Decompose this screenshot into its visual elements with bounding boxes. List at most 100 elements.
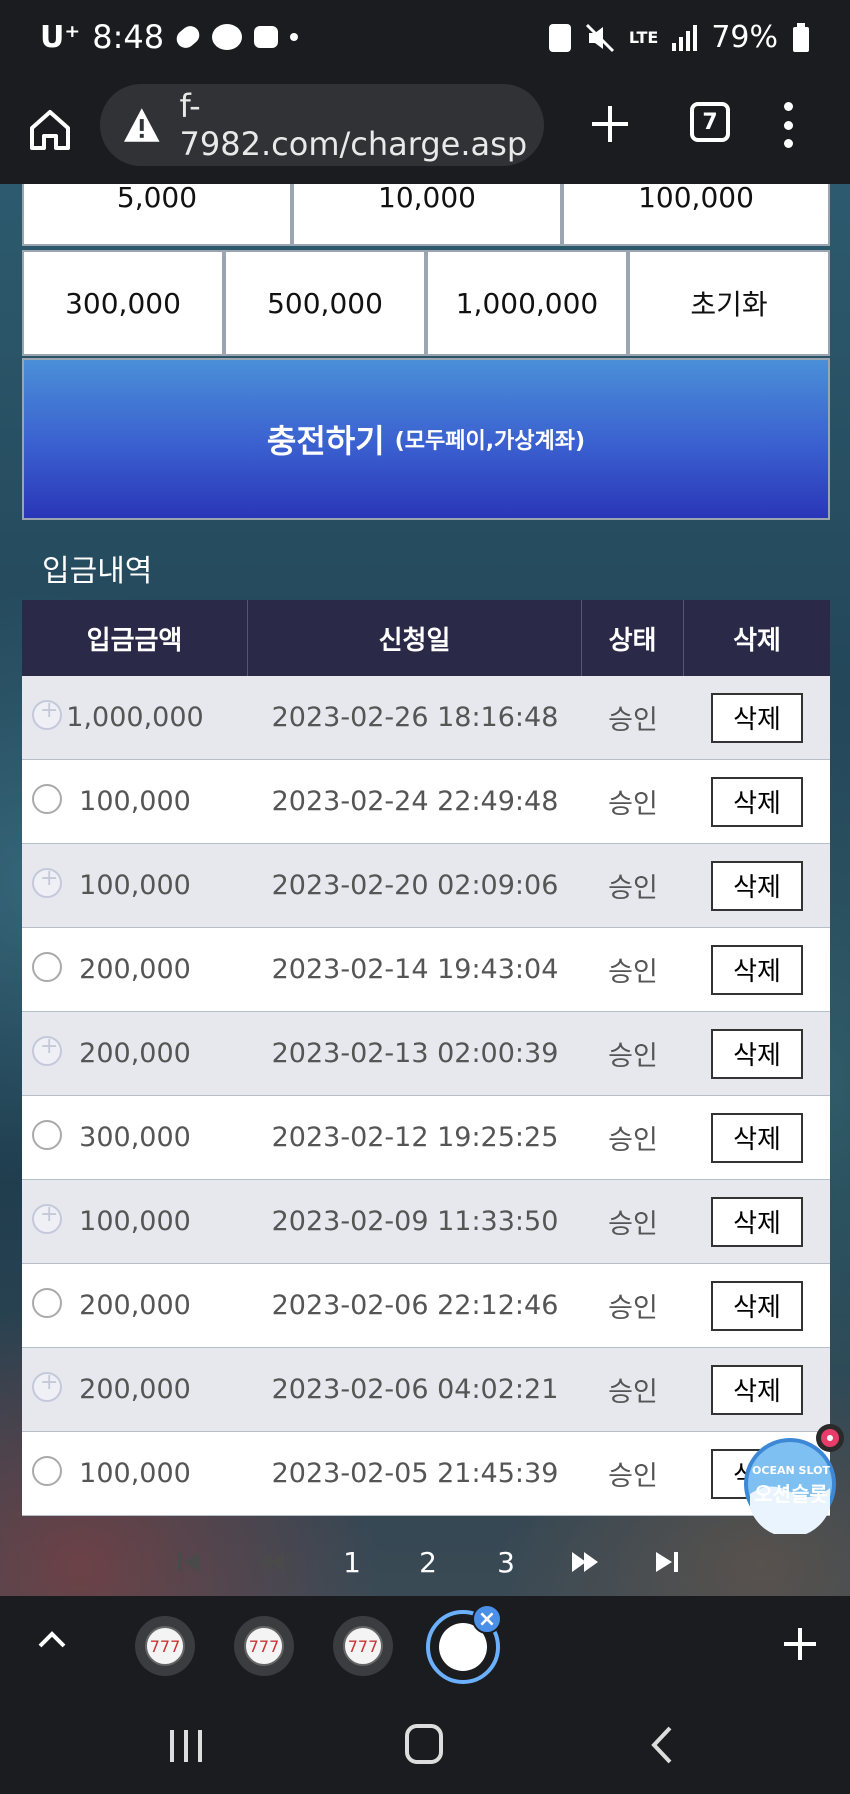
delete-cell: 삭제: [684, 1348, 830, 1431]
reset-button[interactable]: 초기화: [628, 250, 830, 356]
delete-cell: 삭제: [684, 676, 830, 759]
row-select-radio[interactable]: [32, 1370, 62, 1402]
page-1[interactable]: 1: [340, 1532, 364, 1592]
date-cell: 2023-02-24 22:49:48: [271, 786, 559, 817]
delete-cell: 삭제: [684, 844, 830, 927]
url-text[interactable]: f-7982.com/charge.asp: [180, 87, 544, 163]
amount-label: 100,000: [638, 184, 754, 214]
page-3[interactable]: 3: [494, 1532, 518, 1592]
amount-button-500000[interactable]: 500,000: [224, 250, 426, 356]
tab-bar: 777 777 777 ×: [0, 1596, 850, 1698]
status-cell: 승인: [608, 873, 658, 904]
network-type: LTE: [628, 27, 659, 47]
add-tab-icon[interactable]: [780, 1624, 820, 1664]
reset-label: 초기화: [690, 288, 768, 321]
close-tab-icon[interactable]: ×: [472, 1604, 502, 1634]
delete-cell: 삭제: [684, 1012, 830, 1095]
tab-thumbnail-1[interactable]: 777: [135, 1616, 195, 1676]
amount-button-300000[interactable]: 300,000: [22, 250, 224, 356]
home-icon[interactable]: [26, 106, 74, 154]
table-row: 100,000 2023-02-20 02:09:06 승인 삭제: [22, 844, 830, 928]
status-right: LTE 79%: [548, 20, 810, 55]
amount-label: 500,000: [267, 286, 383, 320]
amount-cell: 200,000: [22, 1012, 248, 1095]
row-select-radio[interactable]: [32, 1202, 62, 1234]
row-select-radio[interactable]: [32, 1456, 62, 1486]
delete-button[interactable]: 삭제: [711, 776, 803, 827]
amount-cell: 200,000: [22, 928, 248, 1011]
row-select-radio[interactable]: [32, 866, 62, 898]
amount-button-1000000[interactable]: 1,000,000: [426, 250, 628, 356]
status-cell: 승인: [608, 1209, 658, 1240]
delete-button[interactable]: 삭제: [711, 860, 803, 911]
amount-button-100000[interactable]: 100,000: [562, 184, 830, 246]
table-row: 100,0002023-02-05 21:45:39승인삭제: [22, 1432, 830, 1516]
browser-toolbar: f-7982.com/charge.asp 7: [0, 80, 850, 184]
more-menu-icon[interactable]: [782, 102, 794, 148]
table-row: 200,000 2023-02-14 19:43:04 승인 삭제: [22, 928, 830, 1012]
header-amount: 입금금액: [22, 600, 248, 676]
chevron-up-icon[interactable]: [36, 1624, 68, 1656]
mute-icon: [585, 23, 614, 52]
status-cell: 승인: [608, 1293, 658, 1324]
ocean-slot-badge[interactable]: OCEAN SLOT 오션슬롯: [744, 1424, 848, 1538]
row-select-radio[interactable]: [32, 784, 62, 814]
last-page-icon[interactable]: [652, 1532, 682, 1592]
warning-icon[interactable]: [122, 106, 162, 144]
tab-switcher-button[interactable]: 7: [690, 102, 730, 142]
new-tab-icon[interactable]: [588, 102, 632, 146]
delete-button[interactable]: 삭제: [711, 944, 803, 995]
delete-button[interactable]: 삭제: [711, 1028, 803, 1079]
recent-apps-icon[interactable]: [168, 1726, 204, 1766]
back-icon[interactable]: [648, 1724, 676, 1766]
amount-value: 200,000: [79, 1038, 191, 1069]
header-delete: 삭제: [733, 625, 781, 656]
row-select-radio[interactable]: [32, 952, 62, 982]
amount-value: 200,000: [79, 1290, 191, 1321]
page-2[interactable]: 2: [416, 1532, 440, 1592]
delete-cell: 삭제: [684, 928, 830, 1011]
date-cell: 2023-02-13 02:00:39: [271, 1038, 559, 1069]
amount-cell: 100,000: [22, 1180, 248, 1263]
amount-button-5000[interactable]: 5,000: [22, 184, 292, 246]
date-cell: 2023-02-20 02:09:06: [271, 870, 559, 901]
delete-button[interactable]: 삭제: [711, 692, 803, 743]
gallery-icon: [254, 26, 279, 48]
home-nav-icon[interactable]: [404, 1722, 444, 1766]
table-row: 200,000 2023-02-13 02:00:39 승인 삭제: [22, 1012, 830, 1096]
first-page-icon[interactable]: [174, 1532, 204, 1592]
prev-page-icon[interactable]: [256, 1532, 286, 1592]
ocean-slot-en: OCEAN SLOT: [752, 1464, 830, 1477]
amount-value: 200,000: [79, 1374, 191, 1405]
next-page-icon[interactable]: [570, 1532, 600, 1592]
date-cell: 2023-02-09 11:33:50: [271, 1206, 559, 1237]
row-select-radio[interactable]: [32, 698, 62, 730]
row-select-radio[interactable]: [32, 1120, 62, 1150]
row-select-radio[interactable]: [32, 1288, 62, 1318]
amount-button-10000[interactable]: 10,000: [292, 184, 562, 246]
date-cell: 2023-02-05 21:45:39: [271, 1458, 559, 1489]
amount-label: 10,000: [378, 184, 476, 214]
address-bar[interactable]: f-7982.com/charge.asp: [100, 84, 544, 166]
delete-button[interactable]: 삭제: [711, 1364, 803, 1415]
delete-cell: 삭제: [684, 1264, 830, 1347]
amount-value: 200,000: [79, 954, 191, 985]
delete-button[interactable]: 삭제: [711, 1280, 803, 1331]
delete-button[interactable]: 삭제: [711, 1196, 803, 1247]
notification-dot-icon: [290, 33, 299, 41]
delete-button[interactable]: 삭제: [711, 1112, 803, 1163]
table-row: 100,000 2023-02-24 22:49:48 승인 삭제: [22, 760, 830, 844]
battery-percent: 79%: [711, 20, 778, 55]
amount-value: 100,000: [79, 1458, 191, 1489]
status-cell: 승인: [608, 1125, 658, 1156]
date-cell: 2023-02-06 22:12:46: [271, 1290, 559, 1321]
date-cell: 2023-02-12 19:25:25: [271, 1122, 559, 1153]
table-row: 200,000 2023-02-06 04:02:21 승인 삭제: [22, 1348, 830, 1432]
row-select-radio[interactable]: [32, 1034, 62, 1066]
charge-button[interactable]: 충전하기 (모두페이,가상계좌): [22, 358, 830, 520]
amount-label: 300,000: [65, 286, 181, 320]
tab-thumbnail-2[interactable]: 777: [234, 1616, 294, 1676]
date-cell: 2023-02-06 04:02:21: [271, 1374, 559, 1405]
tab-thumbnail-3[interactable]: 777: [333, 1616, 393, 1676]
delete-cell: 삭제: [684, 760, 830, 843]
